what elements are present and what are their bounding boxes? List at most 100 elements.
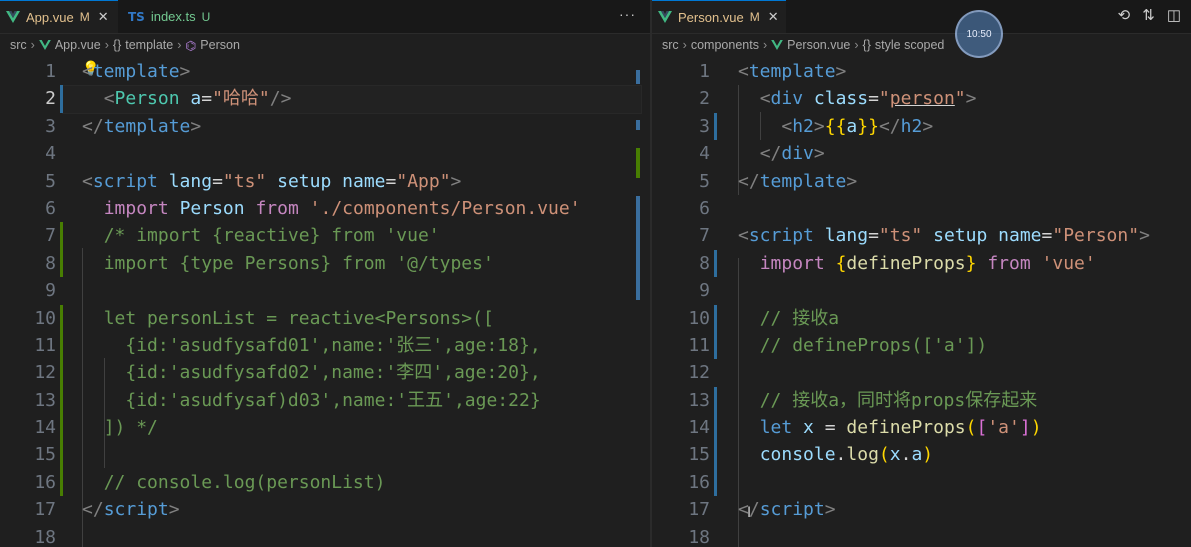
modified-badge: M — [749, 10, 760, 24]
code-line: 11 {id:'asudfysafd01',name:'张三',age:18}, — [0, 331, 650, 360]
code-line: 5 <script lang="ts" setup name="App"> — [0, 168, 650, 195]
line-number: 12 — [34, 362, 56, 384]
line-number: 17 — [688, 499, 710, 521]
left-editor-pane: App.vue M ✕ TS index.ts U ··· src › App.… — [0, 0, 650, 547]
tab-person-vue[interactable]: Person.vue M ✕ — [652, 0, 786, 33]
code-line: 3 <h2>{{a}}</h2> — [652, 112, 1191, 141]
code-line: 5 </template> — [652, 168, 1191, 195]
tab-label: Person.vue — [678, 9, 744, 25]
breadcrumb-item[interactable]: Person.vue — [787, 38, 850, 52]
line-number: 4 — [699, 143, 710, 165]
code-line: 7 /* import {reactive} from 'vue' — [0, 222, 650, 250]
code-line: 16 // console.log(personList) — [0, 468, 650, 497]
line-number: 13 — [34, 389, 56, 411]
line-number: 5 — [45, 170, 56, 192]
vue-icon — [771, 40, 783, 50]
line-number: 10 — [688, 307, 710, 329]
line-number: 2 — [699, 88, 710, 110]
code-line: 17 </script> — [652, 496, 1191, 523]
line-number: 10 — [34, 307, 56, 329]
code-line: 18 — [652, 524, 1191, 547]
chevron-right-icon: › — [30, 38, 35, 52]
code-line: 14 let x = defineProps(['a']) — [652, 414, 1191, 442]
code-line: 12 {id:'asudfysafd02',name:'李四',age:20}, — [0, 359, 650, 387]
breadcrumb: src › components › Person.vue › {} style… — [652, 34, 1191, 56]
line-number: 3 — [699, 115, 710, 137]
overview-ruler[interactable] — [636, 70, 640, 300]
line-number: 15 — [688, 444, 710, 466]
code-line: 10 let personList = reactive<Persons>([ — [0, 304, 650, 332]
line-number: 11 — [34, 334, 56, 356]
code-line: 11 // defineProps(['a']) — [652, 331, 1191, 360]
line-number: 7 — [699, 225, 710, 247]
line-number: 15 — [34, 444, 56, 466]
vue-icon — [658, 11, 672, 23]
history-icon[interactable]: ⟲ — [1118, 6, 1131, 24]
line-number: 14 — [34, 417, 56, 439]
close-icon[interactable]: ✕ — [98, 9, 109, 25]
braces-icon: {} — [112, 38, 122, 52]
code-line: 4 </div> — [652, 140, 1191, 167]
code-line: 14 ]) */ — [0, 414, 650, 442]
line-number: 5 — [699, 170, 710, 192]
code-editor[interactable]: 1 <template> 2 <div class="person"> 3 <h2… — [652, 58, 1191, 547]
line-number: 7 — [45, 225, 56, 247]
chevron-right-icon: › — [177, 38, 182, 52]
more-actions-icon[interactable]: ··· — [619, 6, 636, 22]
breadcrumb-item[interactable]: src — [662, 38, 679, 52]
line-number: 6 — [699, 197, 710, 219]
tab-app-vue[interactable]: App.vue M ✕ — [0, 0, 118, 33]
code-line: 1 <template> — [652, 58, 1191, 85]
code-line: 9 — [0, 277, 650, 304]
line-number: 16 — [688, 471, 710, 493]
line-number: 13 — [688, 389, 710, 411]
vue-icon — [6, 11, 20, 23]
line-number: 14 — [688, 417, 710, 439]
breadcrumb-item[interactable]: App.vue — [55, 38, 101, 52]
code-line: 2 <Person a="哈哈"/> — [0, 85, 650, 115]
line-number: 9 — [45, 280, 56, 302]
code-line: 6 — [652, 195, 1191, 222]
code-line: 4 — [0, 140, 650, 167]
chevron-right-icon: › — [762, 38, 768, 52]
component-icon: ⌬ — [185, 38, 197, 53]
code-line: 3 </template> — [0, 113, 650, 140]
editor-actions: ⟲ ⇅ ◫ — [1118, 6, 1181, 24]
code-line: 9 — [652, 277, 1191, 304]
code-line: 10 // 接收a — [652, 304, 1191, 332]
tab-label: App.vue — [26, 9, 74, 25]
line-number: 4 — [45, 143, 56, 165]
code-line: 6 import Person from './components/Perso… — [0, 195, 650, 222]
right-tab-bar: Person.vue M ✕ ⟲ ⇅ ◫ — [652, 0, 1191, 34]
modified-badge: M — [79, 10, 90, 24]
untracked-badge: U — [201, 9, 211, 24]
clock-overlay: 10:50 — [955, 10, 1003, 58]
text-cursor-icon: I — [747, 505, 752, 521]
compare-changes-icon[interactable]: ⇅ — [1142, 6, 1155, 24]
breadcrumb-item[interactable]: Person — [200, 38, 240, 52]
tab-index-ts[interactable]: TS index.ts U — [122, 0, 232, 33]
line-number: 6 — [45, 197, 56, 219]
breadcrumb-item[interactable]: template — [125, 38, 173, 52]
left-tab-bar: App.vue M ✕ TS index.ts U ··· — [0, 0, 650, 34]
code-line: 13 {id:'asudfysaf)d03',name:'王五',age:22} — [0, 386, 650, 415]
code-line: 13 // 接收a，同时将props保存起来 — [652, 386, 1191, 415]
line-number: 3 — [45, 115, 56, 137]
line-number: 1 — [699, 61, 710, 82]
code-line: 7 <script lang="ts" setup name="Person"> — [652, 222, 1191, 249]
chevron-right-icon: › — [682, 38, 687, 52]
split-editor-icon[interactable]: ◫ — [1167, 6, 1181, 24]
close-icon[interactable]: ✕ — [768, 9, 779, 25]
tab-label: index.ts — [150, 9, 196, 24]
breadcrumb-item[interactable]: components — [691, 38, 759, 52]
breadcrumb-item[interactable]: style scoped — [875, 38, 944, 52]
code-editor[interactable]: 1 💡 <template> 2 <Person a="哈哈"/> 3 </templ… — [0, 58, 650, 547]
line-number: 11 — [688, 334, 710, 356]
line-number: 2 — [45, 88, 56, 110]
ts-icon: TS — [128, 9, 145, 24]
line-number: 12 — [688, 362, 710, 384]
right-editor-pane: Person.vue M ✕ ⟲ ⇅ ◫ src › components › … — [652, 0, 1191, 547]
code-line: 15 — [0, 441, 650, 469]
line-number: 9 — [699, 280, 710, 302]
breadcrumb-item[interactable]: src — [10, 38, 27, 52]
